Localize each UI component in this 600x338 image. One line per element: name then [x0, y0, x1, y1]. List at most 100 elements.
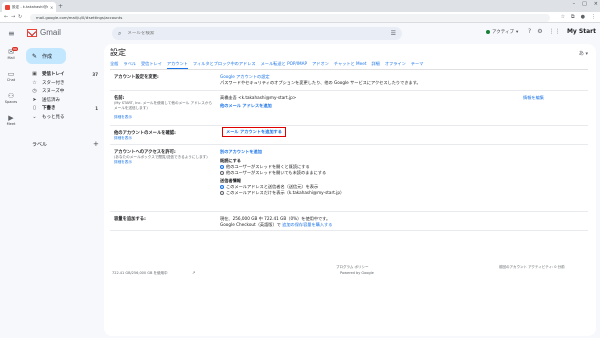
sidebar-item-sent[interactable]: ➤ 送信済み: [22, 96, 104, 105]
rail-spaces[interactable]: ⚇ Spaces: [0, 92, 22, 104]
side-panel-strip: [596, 44, 600, 336]
add-another-address-link[interactable]: 他のメール アドレスを追加: [220, 103, 272, 109]
draft-file-icon: ▯: [33, 105, 36, 112]
radio-unselected-icon[interactable]: [220, 171, 224, 175]
sidebar-item-snoozed[interactable]: ◷ スヌーズ中: [22, 87, 104, 96]
edit-info-link[interactable]: 情報を編集: [523, 95, 544, 101]
external-link-icon[interactable]: ↗: [192, 270, 195, 275]
status-selector[interactable]: アクティブ ▾: [486, 29, 518, 35]
status-label: アクティブ: [492, 30, 515, 35]
profile-icon[interactable]: ●: [581, 14, 585, 20]
settings-row-grant-access: アカウントへのアクセスを許可: (あなたのメールボックスで閲覧/送信できるように…: [110, 146, 588, 212]
buy-storage-link[interactable]: 追加の保存容量を購入する: [282, 222, 332, 227]
forward-icon[interactable]: →: [11, 14, 15, 20]
footer-storage-usage: 722.41 GB/256,000 GB を使用中: [112, 271, 168, 275]
add-label-icon[interactable]: +: [93, 140, 99, 148]
gmail-header: ≡ Gmail ⌕ ☰ アクティブ ▾ ? ⚙ ⋮⋮ My Start: [0, 23, 600, 44]
check-mail-details-link[interactable]: 詳細を表示: [114, 136, 214, 141]
tabs-divider: [110, 69, 588, 70]
gmail-wordmark: Gmail: [40, 28, 61, 37]
sidebar-item-label: もっと見る: [42, 114, 65, 120]
organization-logo[interactable]: My Start: [567, 28, 596, 35]
name-row-note: (My START, Inc. メールを使用して他のメール アドレスからメールを…: [114, 101, 213, 110]
search-bar[interactable]: ⌕ ☰: [112, 27, 402, 40]
tab-inbox[interactable]: 受信トレイ: [141, 61, 162, 69]
sender-option-address-only[interactable]: このメールアドレスだけを表示（k.takahashi@my-start.jp）: [220, 190, 344, 196]
last-activity-text: 前回のアカウント アクティビティ: 0 分前: [499, 265, 565, 269]
tab-advanced[interactable]: 詳細: [371, 61, 379, 69]
name-details-link[interactable]: 詳細を表示: [114, 115, 214, 120]
close-window-icon[interactable]: ×: [594, 1, 598, 7]
tab-filters[interactable]: フィルタとブロック中のアドレス: [193, 61, 256, 69]
send-icon: ➤: [32, 96, 37, 103]
sidebar-item-label: 下書き: [42, 106, 56, 112]
help-icon[interactable]: ?: [528, 28, 531, 35]
sidebar-item-more[interactable]: ⌄ もっと見る: [22, 113, 104, 122]
tab-forwarding[interactable]: メール転送と POP/IMAP: [261, 61, 307, 69]
tab-chat-meet[interactable]: チャットと Meet: [334, 61, 367, 69]
gmail-logo[interactable]: Gmail: [27, 28, 61, 37]
inbox-icon: ▣: [32, 71, 37, 78]
sidebar-item-inbox[interactable]: ▣ 受信トレイ 37: [22, 70, 104, 79]
sidebar-item-label: 送信済み: [42, 97, 60, 103]
read-option-label: 他のユーザーがスレッドを開いても未読のままにする: [226, 170, 327, 175]
back-icon[interactable]: ←: [4, 14, 8, 20]
new-tab-icon[interactable]: +: [58, 3, 63, 10]
input-tools-icon[interactable]: あ ▾: [579, 50, 588, 57]
apps-grid-icon[interactable]: ⋮⋮: [549, 28, 561, 35]
add-another-account-link[interactable]: 別のアカウントを追加: [220, 149, 262, 155]
radio-unselected-icon[interactable]: [220, 191, 224, 195]
search-input[interactable]: [127, 31, 328, 36]
change-settings-description: パスワードやセキュリティのオプションを変更したり、他の Google サービスに…: [220, 80, 421, 85]
minimize-icon[interactable]: –: [573, 1, 576, 7]
main-menu-icon[interactable]: ≡: [8, 29, 15, 38]
tab-general[interactable]: 全般: [110, 61, 118, 69]
chevron-down-icon: ⌄: [32, 113, 37, 120]
extensions-icon[interactable]: ⧉: [571, 14, 575, 20]
row-label: 容量を追加する:: [114, 217, 146, 222]
tab-accounts[interactable]: アカウント: [166, 61, 188, 69]
rail-chat[interactable]: ▭ Chat: [0, 70, 22, 82]
rail-spaces-label: Spaces: [4, 100, 18, 104]
chat-icon: ▭: [7, 70, 15, 78]
browser-menu-icon[interactable]: ⋮: [591, 14, 596, 20]
checkout-prefix: Google Checkout（英語版）で: [220, 222, 281, 227]
sidebar-item-starred[interactable]: ☆ スター付き: [22, 79, 104, 88]
tab-themes[interactable]: テーマ: [411, 61, 424, 69]
star-icon: ☆: [32, 79, 37, 86]
browser-tab[interactable]: 設定 - k.takahashi@my-start.jp ×: [2, 2, 56, 12]
page-title: 設定: [110, 48, 126, 57]
settings-row-check-mail: 他のアカウントのメールを確認: 詳細を表示 メール アカウントを追加する: [110, 127, 588, 145]
settings-panel: 設定 あ ▾ 全般 ラベル 受信トレイ アカウント フィルタとブロック中のアドレ…: [104, 44, 596, 336]
search-options-icon[interactable]: ☰: [391, 30, 396, 37]
settings-gear-icon[interactable]: ⚙: [537, 28, 542, 35]
add-mail-account-link[interactable]: メール アカウントを追加する: [222, 127, 286, 137]
pencil-icon: ✎: [32, 52, 38, 60]
meet-video-icon: ▶: [8, 114, 14, 122]
inbox-count: 37: [92, 71, 98, 77]
search-icon[interactable]: ⌕: [118, 30, 121, 38]
radio-selected-icon[interactable]: [220, 165, 224, 169]
sidebar-item-label: スヌーズ中: [42, 89, 65, 95]
bookmark-star-icon[interactable]: ☆: [561, 14, 565, 20]
program-policies-link[interactable]: プログラム ポリシー: [336, 265, 369, 270]
rail-mail[interactable]: ✉ 99 Mail: [0, 47, 22, 60]
close-tab-icon[interactable]: ×: [50, 5, 53, 10]
maximize-icon[interactable]: □: [582, 1, 587, 7]
reload-icon[interactable]: ↻: [18, 14, 22, 20]
tab-labels[interactable]: ラベル: [123, 61, 136, 69]
radio-selected-icon[interactable]: [220, 185, 224, 189]
settings-row-storage: 容量を追加する: 現在、256,000 GB 中 722.41 GB（0%）を使…: [110, 213, 588, 231]
tab-offline[interactable]: オフライン: [385, 61, 406, 69]
gmail-m-icon: [27, 28, 37, 37]
tab-addons[interactable]: アドオン: [312, 61, 329, 69]
read-option-leave-unread[interactable]: 他のユーザーがスレッドを開いても未読のままにする: [220, 170, 326, 176]
grant-access-details-link[interactable]: 詳細を表示: [114, 160, 214, 165]
row-label: アカウント設定を変更:: [114, 75, 159, 80]
settings-row-change-account: アカウント設定を変更: Google アカウントの設定 パスワードやセキュリティ…: [110, 71, 588, 91]
powered-by-google: Powered by Google: [340, 271, 374, 275]
rail-meet[interactable]: ▶ Meet: [0, 114, 22, 126]
url-field[interactable]: mail.google.com/mail/u/0/#settings/accou…: [30, 13, 550, 22]
compose-button[interactable]: ✎ 作成: [26, 48, 66, 64]
sidebar-item-drafts[interactable]: ▯ 下書き 1: [22, 104, 104, 113]
